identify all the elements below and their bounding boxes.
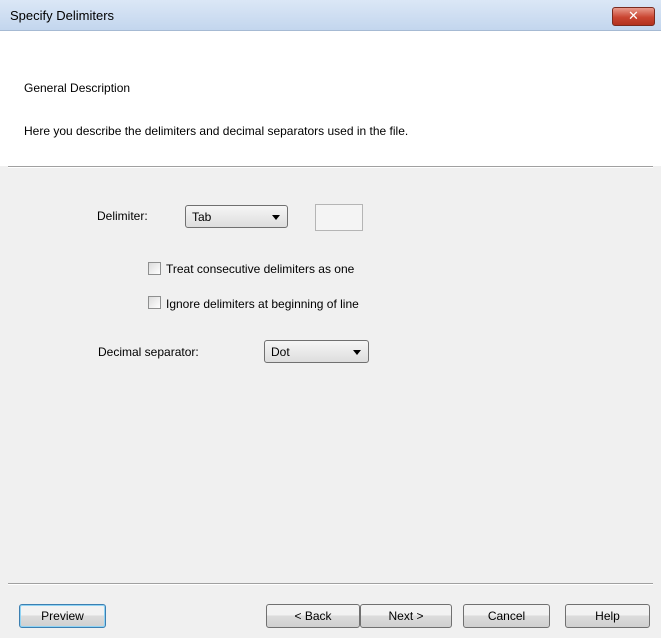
- header-separator: [8, 166, 653, 168]
- title-bar: Specify Delimiters ✕: [0, 0, 661, 31]
- decimal-separator-selected-value: Dot: [271, 345, 290, 359]
- decimal-separator-dropdown[interactable]: Dot: [264, 340, 369, 363]
- decimal-separator-label: Decimal separator:: [98, 345, 199, 359]
- section-description: Here you describe the delimiters and dec…: [24, 124, 409, 138]
- close-icon: ✕: [628, 9, 639, 24]
- help-button[interactable]: Help: [565, 604, 650, 628]
- close-button[interactable]: ✕: [612, 7, 655, 26]
- next-button[interactable]: Next >: [360, 604, 452, 628]
- delimiter-dropdown[interactable]: Tab: [185, 205, 288, 228]
- custom-delimiter-input[interactable]: [315, 204, 363, 231]
- cancel-button[interactable]: Cancel: [463, 604, 550, 628]
- chevron-down-icon: [272, 215, 280, 220]
- footer-separator: [8, 583, 653, 585]
- specify-delimiters-dialog: Specify Delimiters ✕ General Description…: [0, 0, 661, 638]
- section-heading: General Description: [24, 81, 131, 95]
- delimiter-selected-value: Tab: [192, 210, 212, 224]
- chevron-down-icon: [353, 350, 361, 355]
- ignore-leading-delimiters-checkbox[interactable]: [148, 296, 161, 309]
- description-panel: [0, 31, 661, 166]
- consecutive-delimiters-label[interactable]: Treat consecutive delimiters as one: [166, 262, 354, 276]
- consecutive-delimiters-checkbox[interactable]: [148, 262, 161, 275]
- window-title: Specify Delimiters: [10, 8, 115, 23]
- ignore-leading-delimiters-label[interactable]: Ignore delimiters at beginning of line: [166, 297, 359, 311]
- back-button[interactable]: < Back: [266, 604, 360, 628]
- preview-button[interactable]: Preview: [19, 604, 106, 628]
- delimiter-label: Delimiter:: [97, 209, 148, 223]
